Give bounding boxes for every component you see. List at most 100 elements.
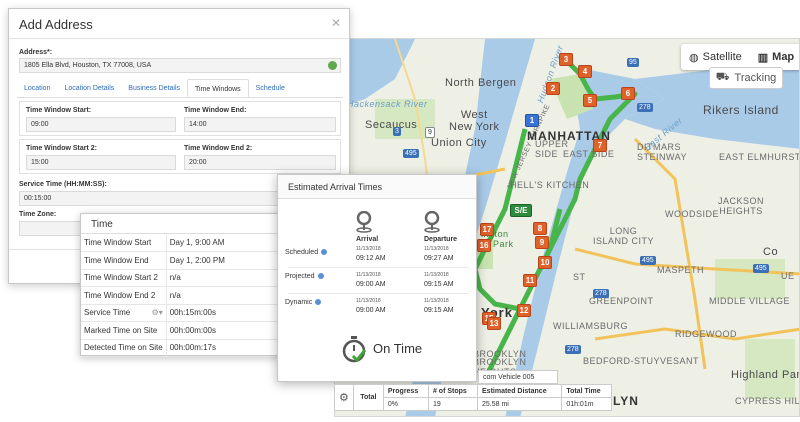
header-total-time: Total Time xyxy=(561,384,612,398)
tab-schedule[interactable]: Schedule xyxy=(249,79,292,97)
time-zone-label: Time Zone: xyxy=(19,211,57,218)
time-table: Time Window Start Day 1, 9:00 AM Time Wi… xyxy=(81,234,289,357)
tw-end-label: Time Window End: xyxy=(184,107,247,114)
map-label: Map xyxy=(772,51,795,63)
info-icon[interactable] xyxy=(321,249,328,256)
table-row: Time Window Start Day 1, 9:00 AM xyxy=(81,234,289,252)
arrival-time: 09:00 AM xyxy=(356,307,386,314)
table-row: Service Time ⚙▾ 00h:15m:00s xyxy=(81,304,289,322)
satellite-label: Satellite xyxy=(702,51,742,63)
divider xyxy=(288,267,468,268)
highway-shield: 495 xyxy=(753,264,769,273)
label-ridgewood: RIDGEWOOD xyxy=(675,329,737,339)
tracking-button[interactable]: ⛟ Tracking xyxy=(709,67,783,89)
header-distance: Estimated Distance xyxy=(477,384,563,398)
stop-marker[interactable]: 4 xyxy=(578,65,592,78)
table-row: ⚙ Total Progress # of Stops Estimated Di… xyxy=(334,384,612,411)
departure-date: 11/13/2018 xyxy=(424,298,449,304)
distance-value: 25.58 mi xyxy=(477,397,563,411)
row-value: n/a xyxy=(166,286,289,305)
eta-panel-title: Estimated Arrival Times xyxy=(278,175,476,199)
gear-dropdown-icon[interactable]: ⚙▾ xyxy=(152,308,163,317)
eta-row-label: Scheduled xyxy=(285,249,328,256)
row-label: Time Window Start 2 xyxy=(81,269,167,287)
tw-start-label: Time Window Start: xyxy=(26,107,92,114)
label-hells-kitchen: HELL'S KITCHEN xyxy=(510,180,590,190)
stop-marker[interactable]: 12 xyxy=(517,304,531,317)
stop-marker[interactable]: 2 xyxy=(546,82,560,95)
highway-shield: 495 xyxy=(403,149,419,158)
start-end-marker[interactable]: S/E xyxy=(510,204,532,217)
address-tabs: Location Location Details Business Detai… xyxy=(17,79,343,98)
location-pin-icon xyxy=(328,61,337,70)
info-icon[interactable] xyxy=(317,273,324,280)
stop-marker[interactable]: 7 xyxy=(593,139,607,152)
table-row: Marked Time on Site 00h:00m:00s xyxy=(81,321,289,340)
tab-business-details[interactable]: Business Details xyxy=(121,79,187,97)
arrival-date: 11/13/2018 xyxy=(356,298,381,304)
label-ue: UE xyxy=(781,271,795,281)
highway-shield: 278 xyxy=(637,103,653,112)
stop-marker[interactable]: 16 xyxy=(477,239,491,252)
stop-marker[interactable]: 13 xyxy=(487,317,501,330)
highway-shield: 278 xyxy=(565,345,581,354)
departure-header: Departure xyxy=(424,236,458,243)
stop-marker[interactable]: 11 xyxy=(523,274,537,287)
address-value: 1805 Ella Blvd, Houston, TX 77008, USA xyxy=(24,62,152,69)
departure-date: 11/13/2018 xyxy=(424,272,449,278)
departure-time: 09:15 AM xyxy=(424,281,454,288)
arrival-header: Arrival xyxy=(356,236,379,243)
departure-date: 11/13/2018 xyxy=(424,246,449,252)
stop-marker[interactable]: 17 xyxy=(480,223,494,236)
departure-time: 09:15 AM xyxy=(424,307,454,314)
stop-marker[interactable]: 3 xyxy=(559,53,573,66)
close-icon[interactable]: ✕ xyxy=(331,16,341,30)
departure-pin-icon xyxy=(424,211,440,233)
row-value: Day 1, 2:00 PM xyxy=(166,251,289,270)
stop-marker[interactable]: 10 xyxy=(538,256,552,269)
tab-location-details[interactable]: Location Details xyxy=(57,79,121,97)
tw-start2-input[interactable]: 15:00 xyxy=(26,155,176,170)
stop-marker[interactable]: 8 xyxy=(533,222,547,235)
tw-start-input[interactable]: 09:00 xyxy=(26,117,176,132)
stop-marker[interactable]: 1 xyxy=(525,114,539,127)
tab-location[interactable]: Location xyxy=(17,79,57,97)
stopwatch-check-icon xyxy=(342,336,366,363)
tab-time-windows[interactable]: Time Windows xyxy=(187,79,249,97)
highway-shield: 278 xyxy=(593,289,609,298)
gear-icon[interactable]: ⚙ xyxy=(334,384,354,411)
stop-marker[interactable]: 5 xyxy=(583,94,597,107)
label-maspeth: MASPETH xyxy=(657,265,705,275)
label-secaucus: Secaucus xyxy=(365,119,418,131)
label-west-new-york: West New York xyxy=(449,109,500,133)
row-value: 00h:00m:00s xyxy=(166,321,289,340)
label-cypress-hills: CYPRESS HILLS xyxy=(735,396,800,406)
label-rikers-island: Rikers Island xyxy=(703,103,779,117)
eta-panel: Estimated Arrival Times Arrival Departur… xyxy=(277,174,477,382)
label-co: Co xyxy=(763,246,779,258)
header-stops: # of Stops xyxy=(427,384,479,398)
time-panel-title: Time xyxy=(81,214,289,234)
address-input[interactable]: 1805 Ella Blvd, Houston, TX 77008, USA xyxy=(19,58,341,73)
route-summary: com Vehicle 005 ⚙ Total Progress # of St… xyxy=(334,370,612,417)
label-williamsburg: WILLIAMSBURG xyxy=(553,321,629,331)
label-east-elmhurst: EAST ELMHURST xyxy=(719,152,800,162)
stop-marker[interactable]: 6 xyxy=(621,87,635,100)
tw-end-input[interactable]: 14:00 xyxy=(184,117,336,132)
eta-row-label-text: Scheduled xyxy=(285,249,319,256)
stop-marker[interactable]: 9 xyxy=(535,236,549,249)
stops-value: 19 xyxy=(427,397,479,411)
row-value: n/a xyxy=(166,269,289,287)
table-row: Time Window Start 2 n/a xyxy=(81,269,289,287)
table-row: Time Window End Day 1, 2:00 PM xyxy=(81,251,289,270)
eta-row-label-text: Dynamic xyxy=(285,299,313,306)
highway-shield: 495 xyxy=(640,256,656,265)
eta-row-label: Projected xyxy=(285,273,324,280)
row-value: 00h:00m:17s xyxy=(166,339,289,357)
service-time-row-label: Service Time xyxy=(84,308,131,318)
tw-end2-input[interactable]: 20:00 xyxy=(184,155,336,170)
address-label: Address*: xyxy=(19,49,53,56)
info-icon[interactable] xyxy=(315,299,322,306)
vehicle-name: com Vehicle 005 xyxy=(478,370,558,384)
label-jackson-heights: JACKSON HEIGHTS xyxy=(718,196,765,216)
